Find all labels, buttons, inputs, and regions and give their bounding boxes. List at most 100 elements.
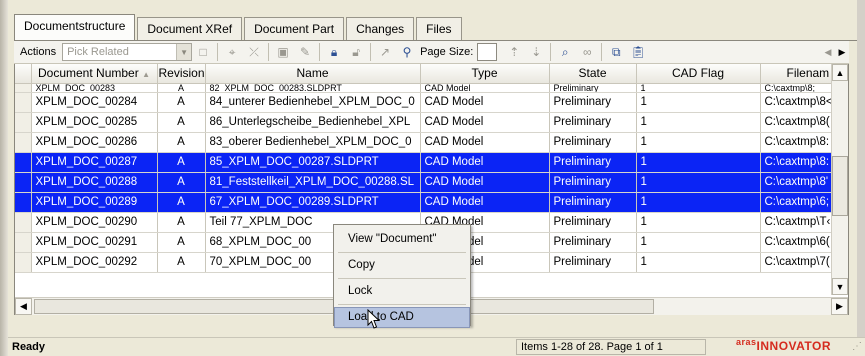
- cell-revision[interactable]: A: [157, 83, 206, 93]
- cell-state[interactable]: Preliminary: [549, 232, 637, 253]
- move-up-icon[interactable]: ⇡: [503, 42, 525, 62]
- scroll-right-icon[interactable]: ▶: [831, 298, 848, 315]
- resize-grip-icon[interactable]: ⋰: [852, 341, 862, 352]
- cell-state[interactable]: Preliminary: [549, 132, 637, 153]
- cell-cad-flag[interactable]: 1: [636, 252, 761, 273]
- cell-document-number[interactable]: XPLM_DOC_00286: [31, 132, 158, 153]
- cell-revision[interactable]: A: [157, 232, 206, 253]
- cell-cad-flag[interactable]: 1: [636, 212, 761, 233]
- cell-name[interactable]: 83_oberer Bedienhebel_XPLM_DOC_0: [205, 132, 421, 153]
- view-icon[interactable]: ⌕: [554, 42, 576, 62]
- cell-document-number[interactable]: XPLM_DOC_00290: [31, 212, 158, 233]
- cell-name[interactable]: 81_Feststellkeil_XPLM_DOC_00288.SL: [205, 172, 421, 193]
- cell-type[interactable]: CAD Model: [420, 132, 550, 153]
- toolbar-scroll-left-icon[interactable]: ◀: [821, 42, 835, 62]
- cell-state[interactable]: Preliminary: [549, 212, 637, 233]
- vertical-scroll-thumb[interactable]: [832, 156, 848, 216]
- column-header-revision[interactable]: Revision: [157, 64, 206, 84]
- cell-cad-flag[interactable]: 1: [636, 232, 761, 253]
- row-selector[interactable]: [15, 252, 32, 273]
- cell-cad-flag[interactable]: 1: [636, 152, 761, 173]
- row-selector[interactable]: [15, 192, 32, 213]
- show-item-icon[interactable]: ▣: [272, 42, 294, 62]
- cell-name[interactable]: 86_Unterlegscheibe_Bedienhebel_XPL: [205, 112, 421, 133]
- table-row[interactable]: XPLM_DOC_00286 A 83_oberer Bedienhebel_XPL…: [15, 132, 848, 153]
- cell-state[interactable]: Preliminary: [549, 112, 637, 133]
- replace-item-icon[interactable]: ⤫: [243, 42, 265, 62]
- cell-cad-flag[interactable]: 1: [636, 172, 761, 193]
- cell-document-number[interactable]: XPLM_DOC_00292: [31, 252, 158, 273]
- row-selector[interactable]: [15, 112, 32, 133]
- cell-name[interactable]: 84_unterer Bedienhebel_XPLM_DOC_0: [205, 92, 421, 113]
- pick-related-dropdown[interactable]: Pick Related ▼: [62, 43, 193, 61]
- cell-document-number[interactable]: XPLM_DOC_00287: [31, 152, 158, 173]
- cell-state[interactable]: Preliminary: [549, 152, 637, 173]
- page-size-input[interactable]: [477, 43, 498, 61]
- row-selector[interactable]: [15, 172, 32, 193]
- menu-item-view-document[interactable]: View "Document": [334, 229, 470, 250]
- scroll-up-icon[interactable]: ▲: [832, 64, 848, 81]
- cell-revision[interactable]: A: [157, 252, 206, 273]
- menu-item-copy[interactable]: Copy: [334, 255, 470, 276]
- column-header-document-number[interactable]: Document Number ▲: [31, 64, 158, 84]
- chevron-down-icon[interactable]: ▼: [176, 44, 192, 60]
- lock-icon[interactable]: 🔒︎: [323, 42, 345, 62]
- new-item-icon[interactable]: □: [192, 42, 214, 62]
- cell-type[interactable]: CAD Model: [420, 112, 550, 133]
- paste-icon[interactable]: 📋︎: [627, 42, 649, 62]
- cell-revision[interactable]: A: [157, 112, 206, 133]
- cell-document-number[interactable]: XPLM_DOC_00289: [31, 192, 158, 213]
- cell-state[interactable]: Preliminary: [549, 83, 637, 93]
- cell-document-number[interactable]: XPLM_DOC_00288: [31, 172, 158, 193]
- cell-revision[interactable]: A: [157, 152, 206, 173]
- cell-state[interactable]: Preliminary: [549, 252, 637, 273]
- cell-name[interactable]: 82_XPLM_DOC_00283.SLDPRT: [205, 83, 421, 93]
- cell-type[interactable]: CAD Model: [420, 152, 550, 173]
- copy-icon[interactable]: ⧉: [605, 42, 627, 62]
- search-icon[interactable]: ⚲: [396, 42, 418, 62]
- cell-revision[interactable]: A: [157, 212, 206, 233]
- column-header-state[interactable]: State: [549, 64, 637, 84]
- row-selector[interactable]: [15, 92, 32, 113]
- table-row[interactable]: XPLM_DOC_00287 A 85_XPLM_DOC_00287.SLDPRT C…: [15, 152, 848, 173]
- cell-type[interactable]: CAD Model: [420, 83, 550, 93]
- tab-changes[interactable]: Changes: [346, 17, 415, 40]
- column-header-name[interactable]: Name: [205, 64, 421, 84]
- cell-cad-flag[interactable]: 1: [636, 192, 761, 213]
- table-row[interactable]: XPLM_DOC_00284 A 84_unterer Bedienhebel_XP…: [15, 92, 848, 113]
- table-row[interactable]: XPLM_DOC_00285 A 86_Unterlegscheibe_Bedien…: [15, 112, 848, 133]
- table-row[interactable]: XPLM_DOC_00283 A 82_XPLM_DOC_00283.SLDPRT C…: [15, 83, 848, 93]
- tab-documentstructure[interactable]: Documentstructure: [14, 14, 136, 41]
- unlock-icon[interactable]: 🔓︎: [345, 42, 367, 62]
- cell-type[interactable]: CAD Model: [420, 172, 550, 193]
- cell-document-number[interactable]: XPLM_DOC_00284: [31, 92, 158, 113]
- column-header-cad-flag[interactable]: CAD Flag: [636, 64, 761, 84]
- menu-item-load-to-cad[interactable]: Load to CAD: [334, 307, 470, 328]
- cell-type[interactable]: CAD Model: [420, 92, 550, 113]
- link-icon[interactable]: ∞: [576, 42, 598, 62]
- cell-state[interactable]: Preliminary: [549, 172, 637, 193]
- edit-item-icon[interactable]: ✎: [294, 42, 316, 62]
- cell-cad-flag[interactable]: 1: [636, 92, 761, 113]
- cell-document-number[interactable]: XPLM_DOC_00285: [31, 112, 158, 133]
- cell-name[interactable]: 67_XPLM_DOC_00289.SLDPRT: [205, 192, 421, 213]
- move-down-icon[interactable]: ⇣: [525, 42, 547, 62]
- cell-document-number[interactable]: XPLM_DOC_00291: [31, 232, 158, 253]
- cell-type[interactable]: CAD Model: [420, 192, 550, 213]
- row-selector[interactable]: [15, 232, 32, 253]
- actions-menu[interactable]: Actions: [20, 46, 56, 58]
- row-selector[interactable]: [15, 132, 32, 153]
- table-row[interactable]: XPLM_DOC_00289 A 67_XPLM_DOC_00289.SLDPRT C…: [15, 192, 848, 213]
- cell-name[interactable]: 85_XPLM_DOC_00287.SLDPRT: [205, 152, 421, 173]
- pick-item-icon[interactable]: ⌖: [221, 42, 243, 62]
- row-selector[interactable]: [15, 212, 32, 233]
- toolbar-scroll-right-icon[interactable]: ▶: [835, 42, 849, 62]
- table-row[interactable]: XPLM_DOC_00288 A 81_Feststellkeil_XPLM_DOC…: [15, 172, 848, 193]
- cell-cad-flag[interactable]: 1: [636, 132, 761, 153]
- scroll-down-icon[interactable]: ▼: [832, 278, 848, 295]
- cell-revision[interactable]: A: [157, 132, 206, 153]
- cell-cad-flag[interactable]: 1: [636, 112, 761, 133]
- promote-icon[interactable]: ↗: [374, 42, 396, 62]
- scroll-left-icon[interactable]: ◀: [15, 298, 32, 315]
- cell-revision[interactable]: A: [157, 92, 206, 113]
